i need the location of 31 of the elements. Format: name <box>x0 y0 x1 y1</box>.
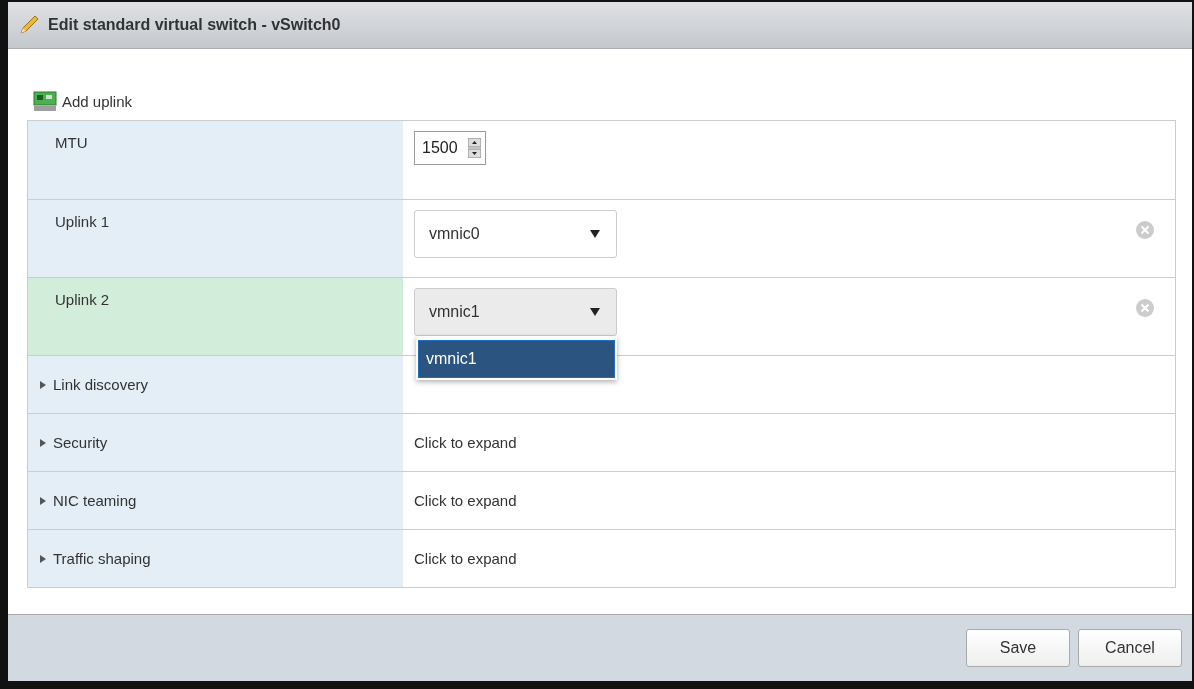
row-label: Uplink 2 <box>55 291 110 308</box>
row-label-cell[interactable]: Traffic shaping <box>28 530 403 587</box>
row-label-cell[interactable]: NIC teaming <box>28 472 403 529</box>
expand-arrow-icon[interactable] <box>40 554 46 563</box>
expand-link[interactable]: Click to expand <box>414 492 517 509</box>
row-label: Link discovery <box>53 376 149 393</box>
expand-link[interactable]: Click to expand <box>414 550 517 567</box>
dropdown-arrow-icon <box>590 308 600 316</box>
spinner-arrows-icon[interactable] <box>467 138 481 158</box>
pencil-icon <box>18 14 40 36</box>
row-label: Traffic shaping <box>53 550 151 567</box>
add-uplink-button[interactable]: Add uplink <box>33 90 133 112</box>
row-label: MTU <box>55 134 88 151</box>
expand-arrow-icon[interactable] <box>40 496 46 505</box>
row-label: Uplink 1 <box>55 213 110 230</box>
uplink-dropdown[interactable]: vmnic0 <box>414 210 617 258</box>
cancel-button[interactable]: Cancel <box>1078 629 1182 667</box>
save-button[interactable]: Save <box>966 629 1070 667</box>
expand-link[interactable]: Click to expand <box>414 434 517 451</box>
dropdown-arrow-icon <box>590 230 600 238</box>
row-label-cell[interactable]: Security <box>28 414 403 471</box>
network-card-icon <box>33 90 57 112</box>
window-title: Edit standard virtual switch - vSwitch0 <box>48 16 341 34</box>
uplink-dropdown[interactable]: vmnic1 <box>414 288 617 336</box>
expand-arrow-icon[interactable] <box>40 380 46 389</box>
row-label: NIC teaming <box>53 492 137 509</box>
row-label: Security <box>53 434 108 451</box>
row-label-cell[interactable]: Link discovery <box>28 356 403 413</box>
expand-arrow-icon[interactable] <box>40 438 46 447</box>
dropdown-option[interactable]: vmnic1 <box>418 340 615 378</box>
mtu-spinner[interactable]: 1500 <box>414 131 486 165</box>
